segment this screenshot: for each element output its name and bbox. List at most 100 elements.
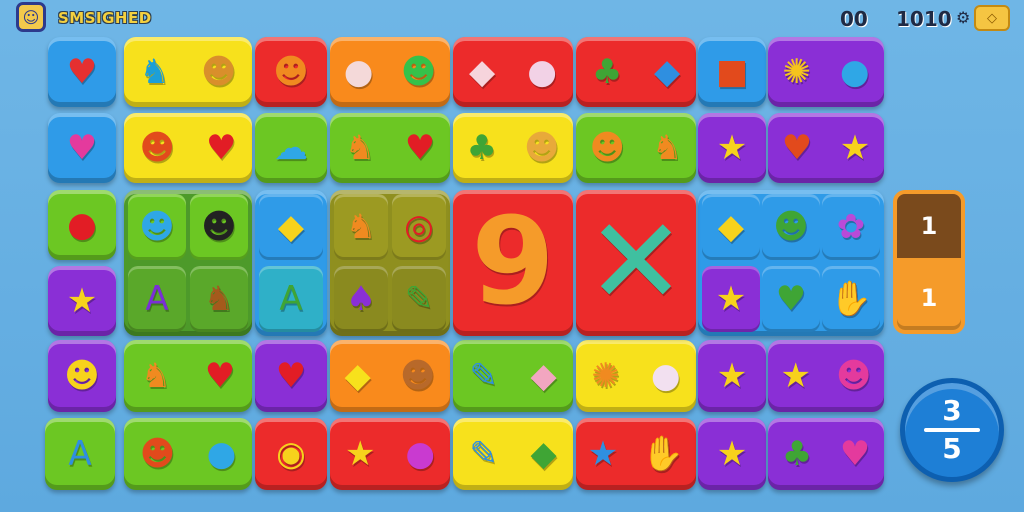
feather-icon: ◆ [653, 52, 681, 92]
cat-face-icon: ☻ [400, 52, 437, 92]
flower-icon: ✿ [836, 207, 866, 247]
tile-nine[interactable]: 9 [453, 190, 573, 336]
hand-icon: ✋ [829, 279, 873, 319]
block-right-cell[interactable]: ☻ [762, 194, 820, 260]
tile-pen-fish[interactable]: ✎ ◆ [453, 418, 573, 490]
squirrel-icon: ♞ [344, 128, 376, 168]
fish-icon: ◆ [469, 52, 496, 92]
block-olive-cell[interactable]: ♠ [334, 266, 388, 332]
tile-pinwheel[interactable]: ✕ [576, 190, 696, 336]
tile-heart-purple[interactable]: ♥ [255, 340, 327, 412]
block-right-cell[interactable]: ✿ [822, 194, 880, 260]
tile-sun-drop[interactable]: ✺ ● [768, 37, 884, 107]
droplet-icon: ● [839, 52, 870, 92]
cat-face-icon: ☻ [201, 207, 237, 247]
tile-leaf-feather[interactable]: ♣ ◆ [576, 37, 696, 107]
tile-lion[interactable]: ☻ [255, 37, 327, 107]
tile-lion-heart[interactable]: ☻ ♥ [124, 113, 252, 183]
box-icon: ■ [715, 52, 749, 92]
tile-cloud[interactable]: ☁ [255, 113, 327, 183]
coin-icon: ◇ [987, 10, 997, 26]
hand-icon: ✋ [641, 434, 685, 474]
star-icon: ★ [716, 128, 748, 168]
avatar[interactable]: ☺ [16, 2, 46, 32]
block-green-cell[interactable]: ☻ [190, 194, 248, 260]
block-green-cell[interactable]: A [128, 266, 186, 332]
tile-plant-cat[interactable]: ♣ ☻ [453, 113, 573, 183]
bunny-icon: ● [527, 52, 557, 92]
tile-letter-a[interactable]: A [45, 418, 115, 490]
star-icon: ★ [344, 434, 376, 474]
tile-star-smile[interactable]: ★ ☻ [768, 340, 884, 412]
fox-icon: ♞ [652, 128, 683, 168]
plum-icon: ● [405, 434, 436, 474]
tile-star-purple-1[interactable]: ★ [698, 113, 766, 183]
cloud-icon: ☁ [274, 128, 308, 168]
star-icon: ★ [715, 279, 747, 319]
tile-bear[interactable]: ☻ [48, 340, 116, 412]
mouse-icon: ● [343, 52, 374, 92]
tile-leaf-heart[interactable]: ♣ ♥ [768, 418, 884, 490]
tile-star-plum[interactable]: ★ ● [330, 418, 450, 490]
leaf-icon: ♣ [591, 52, 623, 92]
tile-fish-bunny[interactable]: ◆ ● [453, 37, 573, 107]
fraction-numerator: 3 [942, 394, 962, 427]
tile-strawberry[interactable]: ♥ [48, 37, 116, 107]
block-olive-cell[interactable]: ◎ [392, 194, 446, 260]
lion-face-icon: ✺ [591, 356, 620, 396]
target-icon: ◎ [404, 207, 434, 247]
letter-a-icon: A [68, 434, 92, 474]
tile-box[interactable]: ■ [698, 37, 766, 107]
tile-coin[interactable]: ◉ [255, 418, 327, 490]
block-green-cell[interactable]: ☻ [128, 194, 186, 260]
bird-icon: ◆ [717, 207, 745, 247]
tile-duck-cat[interactable]: ◆ ☻ [330, 340, 450, 412]
star-icon: ★ [716, 434, 748, 474]
letter-a-icon: A [145, 279, 169, 319]
squirrel-icon: ♞ [203, 279, 235, 319]
lion-face-icon: ☻ [589, 128, 625, 168]
gear-icon[interactable]: ⚙ [956, 8, 970, 27]
tile-star-purple-2[interactable]: ★ [48, 266, 116, 336]
block-olive-cell[interactable]: ♞ [334, 194, 388, 260]
block-right-cell[interactable]: ✋ [822, 266, 880, 332]
tile-chili[interactable]: ♥ [48, 113, 116, 183]
tile-balloon[interactable]: ● [48, 190, 116, 260]
heart-icon: ♥ [275, 356, 307, 396]
tile-carrot-star[interactable]: ♥ ★ [768, 113, 884, 183]
block-right-cell[interactable]: ◆ [702, 194, 760, 260]
tile-star-hand[interactable]: ★ ✋ [576, 418, 696, 490]
block-olive-cell[interactable]: ✎ [392, 266, 446, 332]
block-right-cell[interactable]: ♥ [762, 266, 820, 332]
tile-star-purple-3[interactable]: ★ [698, 340, 766, 412]
lion-face-icon: ☻ [139, 128, 175, 168]
strawberry-icon: ♥ [66, 52, 98, 92]
tile-star-purple-4[interactable]: ★ [698, 418, 766, 490]
tile-mouse-cat[interactable]: ● ☻ [330, 37, 450, 107]
tile-cat-drop[interactable]: ☻ ● [124, 418, 252, 490]
pencil-icon: ✎ [469, 356, 498, 396]
tile-lion-fox[interactable]: ☻ ♞ [576, 113, 696, 183]
star-icon: ★ [839, 128, 871, 168]
tile-squirrel-heart[interactable]: ♞ ♥ [330, 113, 450, 183]
heart-icon: ♥ [404, 128, 436, 168]
tile-fox-bird[interactable]: ♞ ♥ [124, 340, 252, 412]
tulip-icon: ♠ [345, 279, 377, 319]
sun-icon: ✺ [782, 52, 811, 92]
tile-pencil-fish[interactable]: ✎ ◆ [453, 340, 573, 412]
smiley-icon: ☻ [836, 356, 872, 396]
fish-icon: ◆ [530, 434, 557, 474]
fraction-button[interactable]: 3 5 [900, 378, 1004, 482]
tile-animals[interactable]: ♞ ☻ [124, 37, 252, 107]
side-counter-bottom: 1 [893, 262, 965, 334]
duck-icon: ◆ [344, 356, 371, 396]
tile-lion-ghost[interactable]: ✺ ● [576, 340, 696, 412]
block-blue-cell[interactable]: A [259, 266, 323, 332]
moves-counter: 00 [840, 7, 868, 31]
block-green-cell[interactable]: ♞ [190, 266, 248, 332]
coin-button[interactable]: ◇ [974, 5, 1010, 31]
block-blue-cell[interactable]: ◆ [259, 194, 323, 260]
letter-a-icon: A [279, 279, 303, 319]
block-right-cell[interactable]: ★ [702, 266, 760, 332]
game-title: SMSIGHED [58, 9, 152, 27]
